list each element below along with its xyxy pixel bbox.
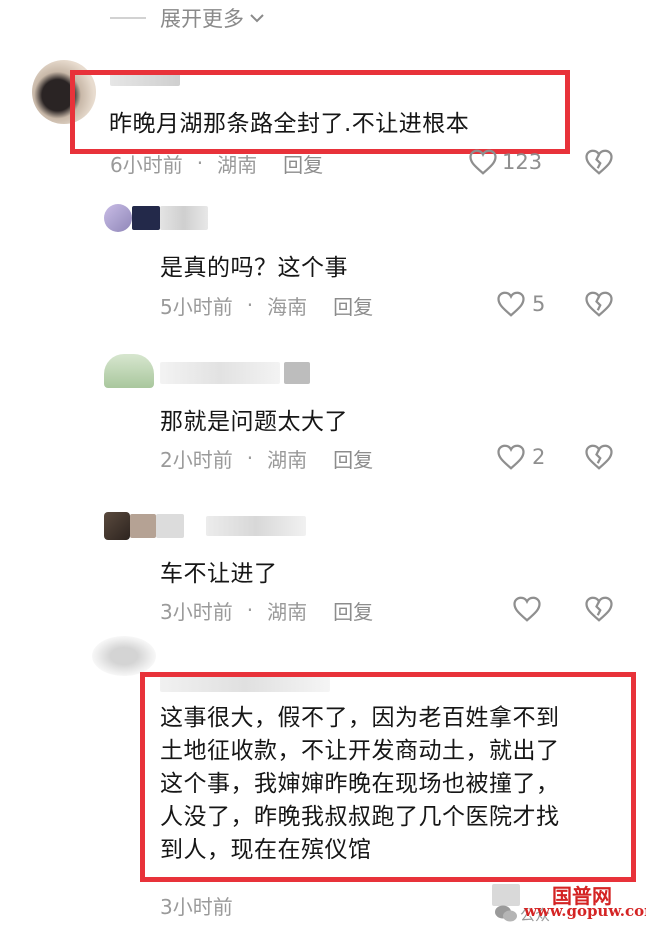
comment-location: 湖南 [217, 152, 258, 177]
expand-more-label: 展开更多 [160, 7, 244, 31]
reply-button[interactable]: 回复 [333, 291, 373, 320]
username-blurred [284, 362, 310, 384]
heart-icon [497, 291, 525, 317]
comment-meta: 3小时前 · 湖南 回复 [160, 595, 373, 625]
comment-text: 是真的吗？这个事 [160, 255, 348, 281]
username-blurred [130, 514, 156, 538]
comment-line: 到人，现在在殡仪馆 [160, 837, 372, 863]
meta-separator: · [246, 446, 254, 470]
meta-separator: · [246, 598, 254, 622]
heart-icon [497, 444, 525, 470]
username-blurred [160, 362, 280, 384]
comment-time: 6小时前 [110, 152, 183, 177]
comment-location: 海南 [267, 294, 308, 319]
broken-heart-icon[interactable] [584, 443, 614, 471]
avatar[interactable] [104, 512, 130, 540]
reply-button[interactable]: 回复 [283, 149, 323, 178]
username-blurred [156, 514, 184, 538]
heart-icon [469, 149, 497, 175]
comment-text-long: 这事很大，假不了，因为老百姓拿不到 土地征收款，不让开发商动土，就出了 这个事，… [160, 702, 560, 867]
broken-heart-icon[interactable] [584, 148, 614, 176]
comment-location: 湖南 [267, 447, 308, 472]
comment-text: 那就是问题太大了 [160, 409, 348, 435]
heart-icon[interactable] [512, 595, 542, 623]
avatar[interactable] [92, 636, 156, 676]
like-count: 123 [502, 150, 543, 174]
username-blurred [160, 206, 208, 230]
meta-separator: · [196, 151, 204, 175]
username-blurred [132, 206, 160, 230]
comment-meta: 3小时前 [160, 890, 233, 920]
comment-location: 湖南 [267, 599, 308, 624]
broken-heart-icon[interactable] [584, 595, 614, 623]
comment-text: 昨晚月湖那条路全封了.不让进根本 [109, 111, 470, 137]
like-button[interactable]: 123 [468, 148, 542, 176]
comment-text: 车不让进了 [160, 561, 278, 587]
comment-time: 2小时前 [160, 447, 233, 472]
like-button[interactable]: 5 [496, 290, 545, 318]
like-count: 5 [532, 292, 546, 316]
username-blurred [206, 516, 306, 536]
comment-time: 3小时前 [160, 599, 233, 624]
comment-meta: 6小时前 · 湖南 回复 [110, 148, 323, 178]
expand-more-button[interactable]: 展开更多 [110, 2, 264, 34]
comment-line: 土地征收款，不让开发商动土，就出了 [160, 738, 560, 764]
comment-meta: 2小时前 · 湖南 回复 [160, 443, 373, 473]
comment-meta: 5小时前 · 海南 回复 [160, 290, 373, 320]
divider-line [110, 17, 146, 19]
reply-button[interactable]: 回复 [333, 444, 373, 473]
comment-line: 这个事，我婶婶昨晚在现场也被撞了， [160, 771, 560, 797]
avatar[interactable] [104, 354, 154, 388]
like-count: 2 [532, 445, 546, 469]
comment-time: 5小时前 [160, 294, 233, 319]
meta-separator: · [246, 293, 254, 317]
comment-line: 人没了，昨晚我叔叔跑了几个医院才找 [160, 804, 560, 830]
chevron-down-icon [250, 14, 264, 23]
reply-button[interactable]: 回复 [333, 596, 373, 625]
avatar[interactable] [104, 204, 132, 232]
comment-line: 这事很大，假不了，因为老百姓拿不到 [160, 705, 560, 731]
broken-heart-icon[interactable] [584, 290, 614, 318]
like-button[interactable]: 2 [496, 443, 545, 471]
watermark-url: www.gopuw.com [524, 902, 646, 920]
comment-time: 3小时前 [160, 894, 233, 919]
wechat-icon [495, 905, 517, 922]
watermark-blur [492, 884, 520, 906]
